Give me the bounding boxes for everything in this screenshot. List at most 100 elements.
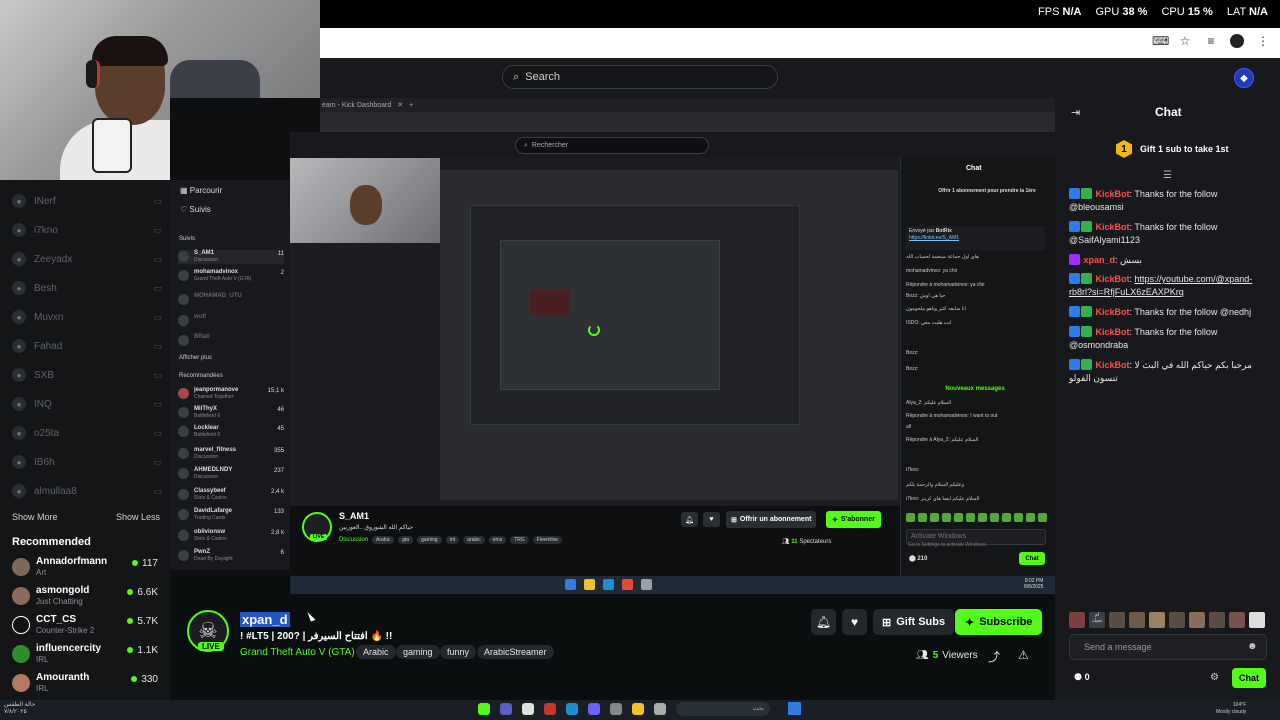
- tag-chip[interactable]: ArabicStreamer: [477, 645, 554, 659]
- gift-icon: ⊞: [731, 516, 737, 524]
- chrome-icon[interactable]: [522, 703, 534, 715]
- sidebar-followed-item[interactable]: ● INerf ▭: [12, 194, 162, 208]
- chat-title: Chat: [1155, 105, 1182, 119]
- folder-icon: [584, 579, 595, 590]
- moderator-badge-icon: [1069, 188, 1080, 199]
- notification-bell-button[interactable]: 🔔︎: [811, 609, 836, 635]
- kick-app-icon[interactable]: [478, 703, 490, 715]
- chat-send-button[interactable]: Chat: [1232, 668, 1266, 688]
- sidebar-followed-item[interactable]: ● Muvxn ▭: [12, 310, 162, 324]
- store-icon[interactable]: [610, 703, 622, 715]
- gift-subs-button[interactable]: ⊞ Gift Subs: [873, 609, 955, 635]
- recommended-channel[interactable]: CCT_CS Counter-Strike 2 5.7K: [12, 614, 162, 636]
- sidebar-followed-item[interactable]: ● i7kno ▭: [12, 223, 162, 237]
- show-less-button[interactable]: Show Less: [116, 512, 160, 522]
- verified-badge-icon: [1081, 273, 1092, 284]
- channel-name[interactable]: xpan_d: [240, 612, 290, 627]
- chat-message-input[interactable]: Send a message: [1069, 634, 1267, 660]
- performance-overlay: FPS N/A GPU 38 % CPU 15 % LAT N/A: [1038, 6, 1268, 18]
- stream-recommended-item: Locklear Battlefield 6 45: [178, 425, 284, 439]
- stream-gift-button: ⊞ Offrir un abonnement: [726, 511, 817, 528]
- avatar: ●: [12, 223, 26, 237]
- webcam-microphone: [92, 118, 132, 173]
- show-more-button[interactable]: Show More: [12, 512, 58, 522]
- stream-followed-item: mohamadvinox Grand Theft Auto V (GTA) 2: [178, 269, 284, 283]
- search-input[interactable]: ⌕ Search: [502, 65, 778, 89]
- chat-pinned-toggle-icon[interactable]: ☰: [1163, 170, 1172, 181]
- emote[interactable]: [1069, 612, 1085, 628]
- stream-nav-following: ♡ Suivis: [180, 205, 211, 214]
- emote[interactable]: [1229, 612, 1245, 628]
- recommended-channel[interactable]: Amouranth IRL 330: [12, 672, 162, 694]
- verified-badge-icon: [1081, 221, 1092, 232]
- emote[interactable]: [1209, 612, 1225, 628]
- share-icon[interactable]: ⤴: [988, 648, 1000, 665]
- files-icon[interactable]: [654, 703, 666, 715]
- tag-chip[interactable]: Arabic: [356, 645, 396, 659]
- stream-followed-item: S_AM1 Discussion 11: [178, 250, 284, 264]
- user-avatar[interactable]: ◆: [1234, 68, 1254, 88]
- report-icon[interactable]: ⚠: [1018, 648, 1029, 662]
- category-link[interactable]: Grand Theft Auto V (GTA): [240, 647, 355, 658]
- discord-icon[interactable]: [500, 703, 512, 715]
- emote[interactable]: [1129, 612, 1145, 628]
- stream-chat-line: Bozz:: [906, 350, 919, 356]
- taskbar-search[interactable]: بحث: [676, 702, 770, 716]
- emote[interactable]: [1169, 612, 1185, 628]
- chat-settings-icon[interactable]: ⚙: [1210, 672, 1219, 683]
- emote[interactable]: [1189, 612, 1205, 628]
- sidebar-followed-item[interactable]: ● IB6h ▭: [12, 455, 162, 469]
- moderator-badge-icon: [1069, 221, 1080, 232]
- broadcaster-badge-icon: [1069, 254, 1080, 265]
- video-icon: ▭: [153, 427, 162, 438]
- recommended-channel[interactable]: asmongold Just Chatting 6.6K: [12, 585, 162, 607]
- windows-start-icon[interactable]: [788, 702, 801, 715]
- stream-chat-points: ⬤ 210: [909, 556, 928, 562]
- recommended-channel[interactable]: influencercity IRL 1.1K: [12, 643, 162, 665]
- subscribe-button[interactable]: ✦ Subscribe: [955, 609, 1043, 635]
- browser-menu-icon[interactable]: ⋮: [1256, 34, 1270, 48]
- sidebar-followed-item[interactable]: ● almullaa8 ▭: [12, 484, 162, 498]
- sidebar-followed-item[interactable]: ● Zeeyadx ▭: [12, 252, 162, 266]
- sidebar-followed-item[interactable]: ● SXB ▭: [12, 368, 162, 382]
- stream-nested-thumbnail: [530, 290, 570, 316]
- stream-bell-icon: 🔔︎: [681, 512, 698, 527]
- avatar: ●: [12, 252, 26, 266]
- tag-chip[interactable]: gaming: [396, 645, 440, 659]
- sidebar-followed-item[interactable]: ● o25ta ▭: [12, 426, 162, 440]
- tag-chip[interactable]: funny: [440, 645, 477, 659]
- folder-icon[interactable]: [632, 703, 644, 715]
- emote[interactable]: [1249, 612, 1265, 628]
- translate-icon[interactable]: ⌨: [1152, 34, 1169, 48]
- stream-recommended-item: oblivionsw Slots & Casino 2,8 k: [178, 529, 284, 543]
- stream-live-badge: LIVE: [310, 534, 328, 540]
- follow-button[interactable]: ♥: [842, 609, 867, 635]
- stream-show-more: Afficher plus: [179, 355, 212, 361]
- app-icon[interactable]: [588, 703, 600, 715]
- sidebar-followed-item[interactable]: ● INQ ▭: [12, 397, 162, 411]
- emoji-icon[interactable]: ☻: [1247, 641, 1258, 652]
- emote[interactable]: [1109, 612, 1125, 628]
- stream-following-heading: Suivis: [179, 236, 196, 242]
- media-controls-icon[interactable]: ≡: [1204, 34, 1218, 48]
- stream-taskbar: [290, 576, 1055, 594]
- video-icon: ▭: [153, 398, 162, 409]
- recommended-channel[interactable]: Annadorfmann Art 117: [12, 556, 162, 578]
- sidebar-followed-item[interactable]: ● Besh ▭: [12, 281, 162, 295]
- emote[interactable]: [1149, 612, 1165, 628]
- obs-icon[interactable]: [544, 703, 556, 715]
- profile-avatar[interactable]: [1230, 34, 1244, 48]
- stream-followed-item: wolf: [178, 314, 284, 328]
- avatar: [12, 587, 30, 605]
- edge-icon[interactable]: [566, 703, 578, 715]
- collapse-chat-icon[interactable]: ⇥: [1071, 106, 1080, 119]
- bookmark-star-icon[interactable]: ☆: [1178, 34, 1192, 48]
- avatar: ●: [12, 484, 26, 498]
- stream-search-input: ⌕ Rechercher: [515, 137, 709, 154]
- chat-gift-banner[interactable]: 1 Gift 1 sub to take 1st: [1116, 140, 1229, 158]
- moderator-badge-icon: [1069, 359, 1080, 370]
- sidebar-followed-item[interactable]: ● Fahad ▭: [12, 339, 162, 353]
- channel-points[interactable]: ⚉ 0: [1074, 672, 1090, 683]
- browser-toolbar-icons: ⌨ ☆ ≡ ⋮: [1152, 34, 1270, 48]
- emote[interactable]: ام تحبك: [1089, 612, 1105, 628]
